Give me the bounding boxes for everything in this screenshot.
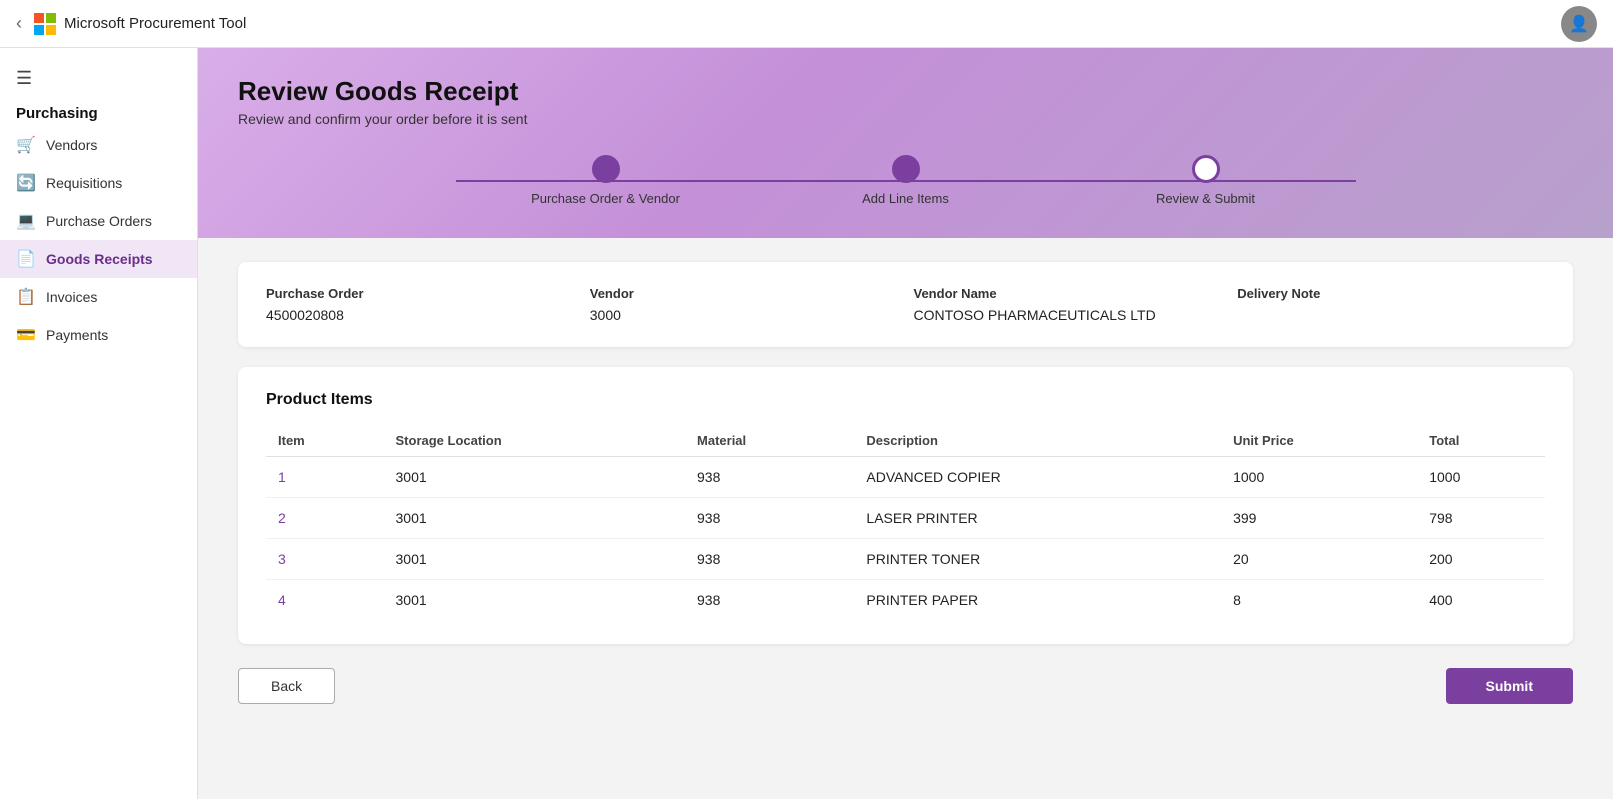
page-subtitle: Review and confirm your order before it … xyxy=(238,111,1573,127)
cell-unit-price: 399 xyxy=(1221,498,1417,539)
cell-storage-location: 3001 xyxy=(384,580,686,621)
delivery-note-label: Delivery Note xyxy=(1237,286,1545,301)
payments-icon: 💳 xyxy=(16,325,36,345)
sidebar: ☰ Purchasing 🛒 Vendors 🔄 Requisitions 💻 … xyxy=(0,48,198,799)
product-table-header-row: Item Storage Location Material Descripti… xyxy=(266,425,1545,457)
sidebar-item-requisitions[interactable]: 🔄 Requisitions xyxy=(0,164,197,202)
sidebar-section-title: Purchasing xyxy=(0,97,197,126)
requisitions-icon: 🔄 xyxy=(16,173,36,193)
vendor-name-label: Vendor Name xyxy=(914,286,1222,301)
stepper-step-3: Review & Submit xyxy=(1056,155,1356,206)
stepper-circle-3 xyxy=(1192,155,1220,183)
cell-total: 1000 xyxy=(1417,457,1545,498)
submit-button[interactable]: Submit xyxy=(1446,668,1573,704)
action-row: Back Submit xyxy=(238,668,1573,704)
vendor-field: Vendor 3000 xyxy=(590,286,898,323)
cell-unit-price: 8 xyxy=(1221,580,1417,621)
cell-item: 1 xyxy=(266,457,384,498)
table-row: 2 3001 938 LASER PRINTER 399 798 xyxy=(266,498,1545,539)
cell-material: 938 xyxy=(685,539,854,580)
microsoft-logo xyxy=(34,13,56,35)
cell-unit-price: 20 xyxy=(1221,539,1417,580)
cell-material: 938 xyxy=(685,498,854,539)
vendor-name-value: CONTOSO PHARMACEUTICALS LTD xyxy=(914,307,1222,323)
cell-material: 938 xyxy=(685,580,854,621)
cell-total: 798 xyxy=(1417,498,1545,539)
stepper-step-1: Purchase Order & Vendor xyxy=(456,155,756,206)
cell-total: 200 xyxy=(1417,539,1545,580)
cell-item: 4 xyxy=(266,580,384,621)
sidebar-item-invoices[interactable]: 📋 Invoices xyxy=(0,278,197,316)
order-info-grid: Purchase Order 4500020808 Vendor 3000 Ve… xyxy=(266,286,1545,323)
cell-total: 400 xyxy=(1417,580,1545,621)
cell-description: PRINTER TONER xyxy=(854,539,1221,580)
product-items-title: Product Items xyxy=(266,391,1545,409)
cell-description: PRINTER PAPER xyxy=(854,580,1221,621)
topbar: ‹ Microsoft Procurement Tool 👤 xyxy=(0,0,1613,48)
main-content: Review Goods Receipt Review and confirm … xyxy=(198,48,1613,799)
stepper-label-2: Add Line Items xyxy=(862,191,949,206)
vendor-name-field: Vendor Name CONTOSO PHARMACEUTICALS LTD xyxy=(914,286,1222,323)
col-unit-price: Unit Price xyxy=(1221,425,1417,457)
page-title: Review Goods Receipt xyxy=(238,76,1573,107)
delivery-note-field: Delivery Note xyxy=(1237,286,1545,323)
cell-description: LASER PRINTER xyxy=(854,498,1221,539)
cell-description: ADVANCED COPIER xyxy=(854,457,1221,498)
stepper-label-1: Purchase Order & Vendor xyxy=(531,191,680,206)
purchase-order-field: Purchase Order 4500020808 xyxy=(266,286,574,323)
hamburger-menu-icon[interactable]: ☰ xyxy=(0,60,197,97)
cell-item: 3 xyxy=(266,539,384,580)
back-nav-icon[interactable]: ‹ xyxy=(16,13,22,34)
sidebar-item-payments[interactable]: 💳 Payments xyxy=(0,316,197,354)
col-description: Description xyxy=(854,425,1221,457)
goods-receipts-icon: 📄 xyxy=(16,249,36,269)
col-material: Material xyxy=(685,425,854,457)
cell-storage-location: 3001 xyxy=(384,539,686,580)
vendors-icon: 🛒 xyxy=(16,135,36,155)
sidebar-item-vendors[interactable]: 🛒 Vendors xyxy=(0,126,197,164)
cell-storage-location: 3001 xyxy=(384,457,686,498)
sidebar-item-goods-receipts[interactable]: 📄 Goods Receipts xyxy=(0,240,197,278)
cell-unit-price: 1000 xyxy=(1221,457,1417,498)
stepper-circle-1 xyxy=(592,155,620,183)
content-area: Purchase Order 4500020808 Vendor 3000 Ve… xyxy=(198,238,1613,728)
col-item: Item xyxy=(266,425,384,457)
cell-storage-location: 3001 xyxy=(384,498,686,539)
sidebar-item-label: Requisitions xyxy=(46,175,122,191)
vendor-value: 3000 xyxy=(590,307,898,323)
sidebar-item-label: Purchase Orders xyxy=(46,213,152,229)
sidebar-item-label: Payments xyxy=(46,327,108,343)
header-banner: Review Goods Receipt Review and confirm … xyxy=(198,48,1613,238)
invoices-icon: 📋 xyxy=(16,287,36,307)
sidebar-item-label: Vendors xyxy=(46,137,97,153)
stepper-label-3: Review & Submit xyxy=(1156,191,1255,206)
table-row: 1 3001 938 ADVANCED COPIER 1000 1000 xyxy=(266,457,1545,498)
stepper: Purchase Order & Vendor Add Line Items R… xyxy=(456,155,1356,206)
col-storage-location: Storage Location xyxy=(384,425,686,457)
purchase-orders-icon: 💻 xyxy=(16,211,36,231)
app-title: Microsoft Procurement Tool xyxy=(64,15,246,32)
product-table: Item Storage Location Material Descripti… xyxy=(266,425,1545,620)
sidebar-item-label: Invoices xyxy=(46,289,97,305)
product-items-card: Product Items Item Storage Location Mate… xyxy=(238,367,1573,644)
col-total: Total xyxy=(1417,425,1545,457)
vendor-label: Vendor xyxy=(590,286,898,301)
cell-item: 2 xyxy=(266,498,384,539)
back-button[interactable]: Back xyxy=(238,668,335,704)
stepper-step-2: Add Line Items xyxy=(756,155,1056,206)
sidebar-item-label: Goods Receipts xyxy=(46,251,153,267)
avatar[interactable]: 👤 xyxy=(1561,6,1597,42)
table-row: 3 3001 938 PRINTER TONER 20 200 xyxy=(266,539,1545,580)
purchase-order-value: 4500020808 xyxy=(266,307,574,323)
product-table-head: Item Storage Location Material Descripti… xyxy=(266,425,1545,457)
cell-material: 938 xyxy=(685,457,854,498)
table-row: 4 3001 938 PRINTER PAPER 8 400 xyxy=(266,580,1545,621)
layout: ☰ Purchasing 🛒 Vendors 🔄 Requisitions 💻 … xyxy=(0,48,1613,799)
purchase-order-label: Purchase Order xyxy=(266,286,574,301)
product-table-body: 1 3001 938 ADVANCED COPIER 1000 1000 2 3… xyxy=(266,457,1545,621)
sidebar-item-purchase-orders[interactable]: 💻 Purchase Orders xyxy=(0,202,197,240)
order-info-card: Purchase Order 4500020808 Vendor 3000 Ve… xyxy=(238,262,1573,347)
stepper-circle-2 xyxy=(892,155,920,183)
